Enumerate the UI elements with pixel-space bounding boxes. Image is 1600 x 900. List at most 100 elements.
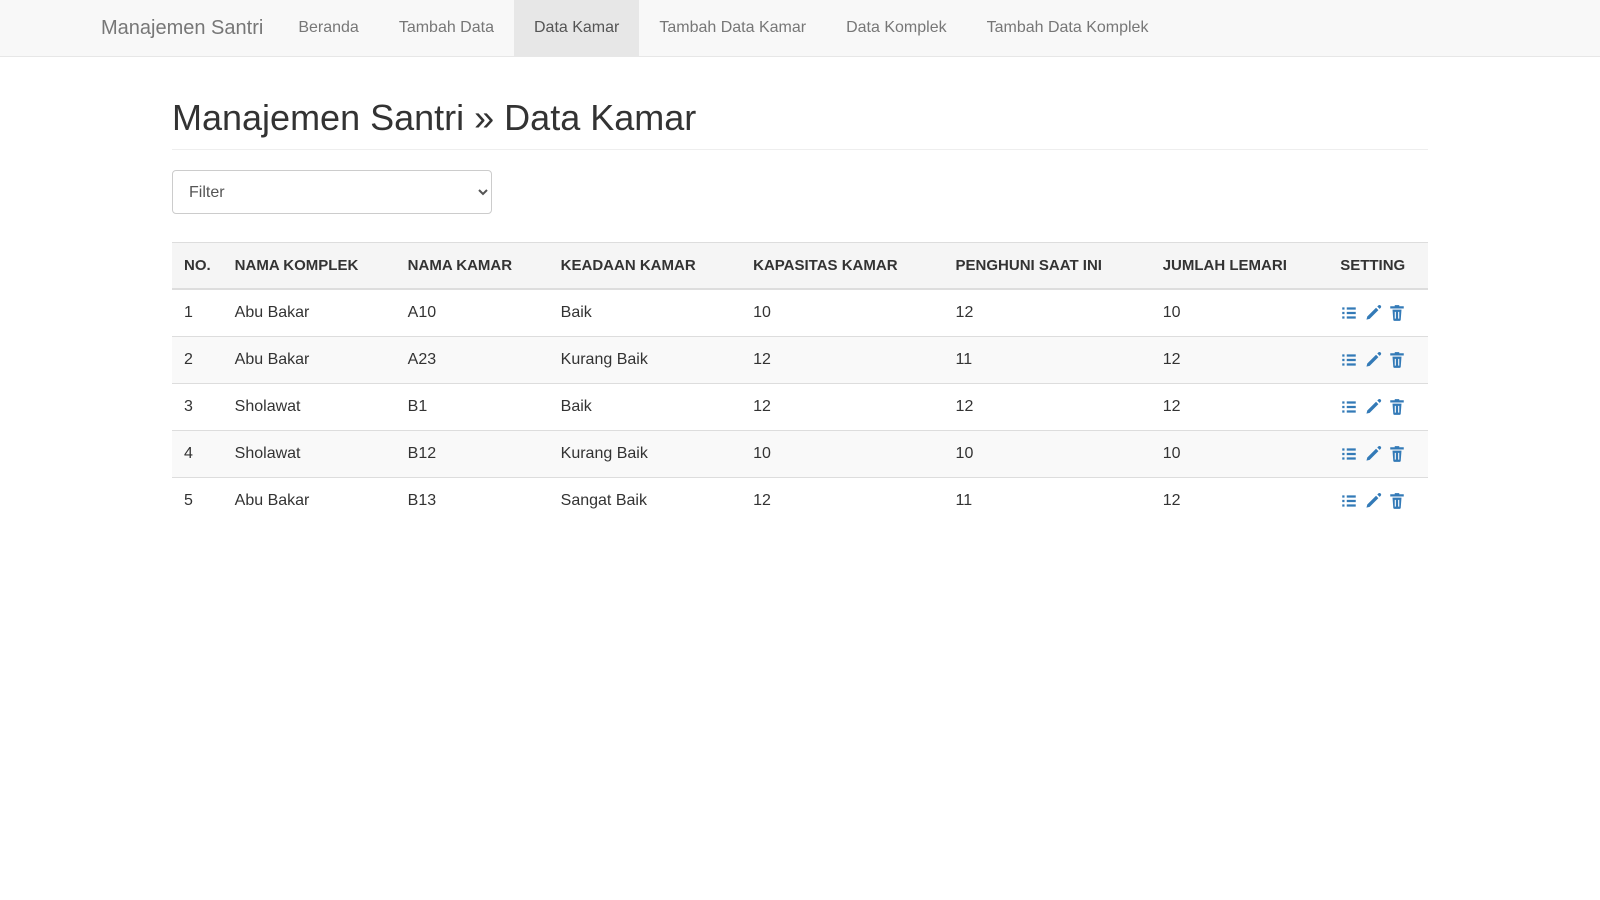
nav-link-data-kamar[interactable]: Data Kamar: [514, 0, 639, 56]
cell-keadaan-kamar: Baik: [549, 384, 741, 431]
edit-icon[interactable]: [1364, 351, 1382, 369]
edit-icon[interactable]: [1364, 304, 1382, 322]
page-title: Manajemen Santri » Data Kamar: [172, 97, 1428, 139]
cell-keadaan-kamar: Kurang Baik: [549, 337, 741, 384]
nav-link-tambah-data[interactable]: Tambah Data: [379, 0, 514, 56]
th-setting: SETTING: [1328, 243, 1428, 290]
list-icon-svg: [1340, 445, 1358, 463]
list-icon[interactable]: [1340, 492, 1358, 510]
main-container: Manajemen Santri » Data Kamar Filter NO.…: [157, 57, 1443, 524]
trash-icon[interactable]: [1388, 492, 1406, 510]
nav-item: Tambah Data Komplek: [967, 0, 1169, 56]
nav-item: Beranda: [278, 0, 379, 56]
cell-jumlah-lemari: 12: [1151, 478, 1329, 525]
trash-icon[interactable]: [1388, 398, 1406, 416]
filter-select[interactable]: Filter: [172, 170, 492, 214]
table-row: 1Abu BakarA10Baik101210: [172, 289, 1428, 337]
nav-link-data-komplek[interactable]: Data Komplek: [826, 0, 967, 56]
cell-nama-komplek: Abu Bakar: [223, 478, 396, 525]
trash-icon-svg: [1388, 304, 1406, 322]
cell-penghuni-saat-ini: 11: [944, 478, 1151, 525]
th-nama-kamar: NAMA KAMAR: [396, 243, 549, 290]
table-header-row: NO. NAMA KOMPLEK NAMA KAMAR KEADAAN KAMA…: [172, 243, 1428, 290]
cell-no: 5: [172, 478, 223, 525]
cell-nama-komplek: Abu Bakar: [223, 289, 396, 337]
cell-nama-komplek: Sholawat: [223, 384, 396, 431]
cell-nama-kamar: B12: [396, 431, 549, 478]
cell-no: 1: [172, 289, 223, 337]
table-body: 1Abu BakarA10Baik1012102Abu BakarA23Kura…: [172, 289, 1428, 524]
table-row: 4SholawatB12Kurang Baik101010: [172, 431, 1428, 478]
cell-kapasitas-kamar: 10: [741, 289, 943, 337]
trash-icon-svg: [1388, 351, 1406, 369]
cell-keadaan-kamar: Kurang Baik: [549, 431, 741, 478]
cell-keadaan-kamar: Sangat Baik: [549, 478, 741, 525]
trash-icon-svg: [1388, 445, 1406, 463]
action-icons: [1340, 492, 1416, 510]
nav-item: Data Kamar: [514, 0, 639, 56]
list-icon-svg: [1340, 351, 1358, 369]
cell-setting: [1328, 384, 1428, 431]
nav-link-tambah-data-kamar[interactable]: Tambah Data Kamar: [639, 0, 826, 56]
table-row: 3SholawatB1Baik121212: [172, 384, 1428, 431]
edit-icon[interactable]: [1364, 445, 1382, 463]
cell-nama-kamar: A10: [396, 289, 549, 337]
page-header: Manajemen Santri » Data Kamar: [172, 57, 1428, 150]
cell-setting: [1328, 478, 1428, 525]
brand-link[interactable]: Manajemen Santri: [86, 0, 278, 56]
trash-icon[interactable]: [1388, 304, 1406, 322]
action-icons: [1340, 398, 1416, 416]
cell-penghuni-saat-ini: 12: [944, 289, 1151, 337]
list-icon[interactable]: [1340, 351, 1358, 369]
action-icons: [1340, 351, 1416, 369]
cell-jumlah-lemari: 12: [1151, 384, 1329, 431]
cell-jumlah-lemari: 12: [1151, 337, 1329, 384]
cell-no: 2: [172, 337, 223, 384]
list-icon-svg: [1340, 304, 1358, 322]
th-jumlah-lemari: JUMLAH LEMARI: [1151, 243, 1329, 290]
edit-icon[interactable]: [1364, 492, 1382, 510]
cell-keadaan-kamar: Baik: [549, 289, 741, 337]
trash-icon-svg: [1388, 492, 1406, 510]
cell-penghuni-saat-ini: 11: [944, 337, 1151, 384]
cell-nama-komplek: Abu Bakar: [223, 337, 396, 384]
cell-nama-kamar: B13: [396, 478, 549, 525]
nav-link-tambah-data-komplek[interactable]: Tambah Data Komplek: [967, 0, 1169, 56]
edit-icon-svg: [1364, 304, 1382, 322]
table-row: 2Abu BakarA23Kurang Baik121112: [172, 337, 1428, 384]
nav-item: Data Komplek: [826, 0, 967, 56]
cell-kapasitas-kamar: 12: [741, 337, 943, 384]
nav-item: Tambah Data Kamar: [639, 0, 826, 56]
th-keadaan-kamar: KEADAAN KAMAR: [549, 243, 741, 290]
data-kamar-table: NO. NAMA KOMPLEK NAMA KAMAR KEADAAN KAMA…: [172, 242, 1428, 524]
cell-jumlah-lemari: 10: [1151, 431, 1329, 478]
th-no: NO.: [172, 243, 223, 290]
edit-icon-svg: [1364, 492, 1382, 510]
action-icons: [1340, 304, 1416, 322]
trash-icon[interactable]: [1388, 351, 1406, 369]
list-icon[interactable]: [1340, 445, 1358, 463]
list-icon[interactable]: [1340, 304, 1358, 322]
cell-nama-komplek: Sholawat: [223, 431, 396, 478]
action-icons: [1340, 445, 1416, 463]
trash-icon[interactable]: [1388, 445, 1406, 463]
table-row: 5Abu BakarB13Sangat Baik121112: [172, 478, 1428, 525]
cell-penghuni-saat-ini: 10: [944, 431, 1151, 478]
nav-link-beranda[interactable]: Beranda: [278, 0, 379, 56]
cell-penghuni-saat-ini: 12: [944, 384, 1151, 431]
cell-jumlah-lemari: 10: [1151, 289, 1329, 337]
edit-icon[interactable]: [1364, 398, 1382, 416]
list-icon-svg: [1340, 398, 1358, 416]
trash-icon-svg: [1388, 398, 1406, 416]
cell-kapasitas-kamar: 12: [741, 384, 943, 431]
edit-icon-svg: [1364, 445, 1382, 463]
cell-setting: [1328, 289, 1428, 337]
th-kapasitas-kamar: KAPASITAS KAMAR: [741, 243, 943, 290]
list-icon[interactable]: [1340, 398, 1358, 416]
list-icon-svg: [1340, 492, 1358, 510]
nav-list: BerandaTambah DataData KamarTambah Data …: [278, 0, 1168, 56]
cell-setting: [1328, 431, 1428, 478]
th-nama-komplek: NAMA KOMPLEK: [223, 243, 396, 290]
th-penghuni-saat-ini: PENGHUNI SAAT INI: [944, 243, 1151, 290]
cell-no: 3: [172, 384, 223, 431]
